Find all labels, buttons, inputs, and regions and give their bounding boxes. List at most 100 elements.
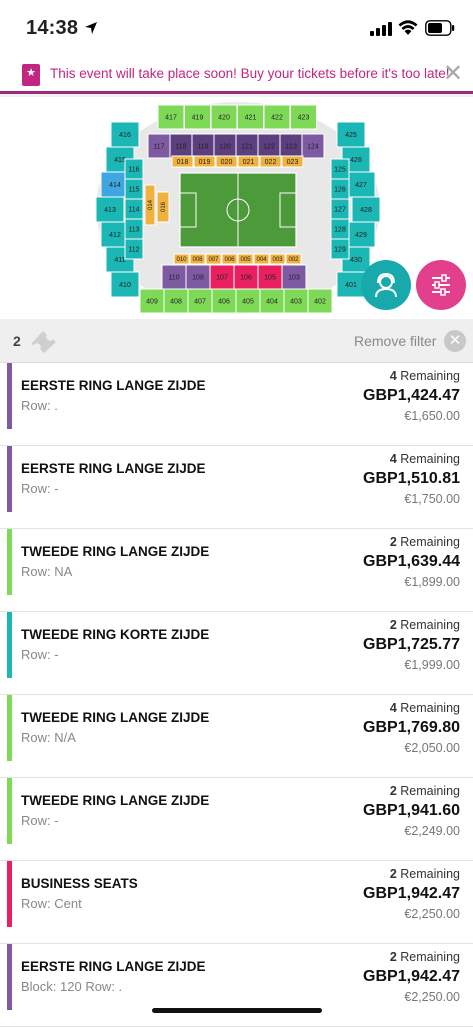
- section-404[interactable]: 404: [259, 288, 285, 314]
- section-005[interactable]: 005: [237, 253, 254, 265]
- section-427[interactable]: 427: [346, 171, 376, 198]
- remove-filter-button[interactable]: Remove filter: [354, 333, 436, 349]
- remaining-label: Remaining: [396, 618, 460, 632]
- remaining-label: Remaining: [396, 701, 460, 715]
- section-116[interactable]: 116: [124, 158, 144, 180]
- price-gbp: GBP1,769.80: [363, 719, 460, 736]
- svg-text:121: 121: [241, 143, 253, 150]
- svg-text:124: 124: [307, 143, 319, 150]
- section-008[interactable]: 008: [189, 253, 206, 265]
- section-105[interactable]: 105: [257, 264, 283, 290]
- section-019[interactable]: 019: [193, 155, 216, 168]
- section-115[interactable]: 115: [124, 178, 144, 200]
- section-114[interactable]: 114: [124, 198, 144, 220]
- section-406[interactable]: 406: [211, 288, 237, 314]
- section-020[interactable]: 020: [215, 155, 238, 168]
- stadium-map[interactable]: 417 419 420 421 422 423 117 118 119 120 121 122 123 1…: [0, 97, 473, 319]
- section-410[interactable]: 410: [110, 271, 140, 298]
- section-413[interactable]: 413: [95, 196, 125, 223]
- ticket-quantity[interactable]: 2: [13, 333, 21, 349]
- section-120[interactable]: 120: [213, 133, 237, 159]
- listing-row[interactable]: EERSTE RING LANGE ZIJDE Block: 120 Row: .…: [0, 944, 473, 1027]
- home-indicator[interactable]: [152, 1008, 322, 1013]
- filter-sliders-button[interactable]: [416, 260, 466, 310]
- section-004[interactable]: 004: [253, 253, 270, 265]
- section-119[interactable]: 119: [191, 133, 215, 159]
- section-403[interactable]: 403: [283, 288, 309, 314]
- section-018[interactable]: 018: [171, 155, 194, 168]
- price-eur: €1,899.00: [404, 575, 460, 589]
- section-416[interactable]: 416: [110, 121, 140, 148]
- section-409[interactable]: 409: [139, 288, 165, 314]
- section-402[interactable]: 402: [307, 288, 333, 314]
- svg-text:426: 426: [350, 157, 362, 164]
- section-010[interactable]: 010: [173, 253, 190, 265]
- listing-title: BUSINESS SEATS: [21, 876, 138, 891]
- listing-row[interactable]: TWEEDE RING KORTE ZIJDE Row: - 2 Remaining…: [0, 612, 473, 695]
- listing-title: TWEEDE RING KORTE ZIJDE: [21, 627, 210, 642]
- section-128[interactable]: 128: [330, 218, 350, 240]
- section-110[interactable]: 110: [161, 264, 187, 290]
- section-117[interactable]: 117: [147, 133, 171, 159]
- price-gbp: GBP1,942.47: [363, 968, 460, 985]
- section-129[interactable]: 129: [330, 238, 350, 260]
- listing-row-info: Row: Cent: [21, 896, 82, 911]
- section-429[interactable]: 429: [346, 221, 376, 248]
- section-121[interactable]: 121: [235, 133, 259, 159]
- svg-text:004: 004: [256, 257, 267, 263]
- banner-close-button[interactable]: ✕: [443, 62, 463, 86]
- svg-text:016: 016: [161, 201, 167, 212]
- section-021[interactable]: 021: [237, 155, 260, 168]
- listing-row[interactable]: EERSTE RING LANGE ZIJDE Row: - 4 Remaining…: [0, 446, 473, 529]
- section-113[interactable]: 113: [124, 218, 144, 240]
- listing-row[interactable]: BUSINESS SEATS Row: Cent 2 Remaining GBP1,9…: [0, 861, 473, 944]
- section-112[interactable]: 112: [124, 238, 144, 260]
- listing-row[interactable]: EERSTE RING LANGE ZIJDE Row: . 4 Remaining…: [0, 363, 473, 446]
- svg-text:114: 114: [128, 206, 139, 213]
- remaining-count: 2 Remaining: [390, 618, 460, 632]
- section-016[interactable]: 016: [156, 191, 170, 223]
- remaining-number: 4: [389, 701, 397, 715]
- section-125[interactable]: 125: [330, 158, 350, 180]
- section-408[interactable]: 408: [163, 288, 189, 314]
- section-127[interactable]: 127: [330, 198, 350, 220]
- section-022[interactable]: 022: [259, 155, 282, 168]
- section-106[interactable]: 106: [233, 264, 259, 290]
- ticket-filter-bar: 2 Remove filter ✕: [0, 319, 473, 363]
- section-023[interactable]: 023: [281, 155, 304, 168]
- section-122[interactable]: 122: [257, 133, 281, 159]
- svg-text:014: 014: [148, 199, 154, 210]
- section-423[interactable]: 423: [290, 104, 317, 130]
- section-405[interactable]: 405: [235, 288, 261, 314]
- svg-text:427: 427: [355, 182, 367, 189]
- section-421[interactable]: 421: [237, 104, 264, 130]
- remove-filter-icon[interactable]: ✕: [444, 330, 466, 352]
- section-007[interactable]: 007: [205, 253, 222, 265]
- svg-text:113: 113: [128, 226, 139, 233]
- section-407[interactable]: 407: [187, 288, 213, 314]
- section-428[interactable]: 428: [351, 196, 381, 223]
- section-107[interactable]: 107: [209, 264, 235, 290]
- football-pitch: [179, 172, 297, 248]
- listing-row[interactable]: TWEEDE RING LANGE ZIJDE Row: N/A 4 Remaini…: [0, 695, 473, 778]
- listing-row[interactable]: TWEEDE RING LANGE ZIJDE Row: - 2 Remaining…: [0, 778, 473, 861]
- section-126[interactable]: 126: [330, 178, 350, 200]
- section-002[interactable]: 002: [285, 253, 302, 265]
- section-103[interactable]: 103: [281, 264, 307, 290]
- support-agent-button[interactable]: [361, 260, 411, 310]
- listing-row[interactable]: TWEEDE RING LANGE ZIJDE Row: NA 2 Remainin…: [0, 529, 473, 612]
- section-425[interactable]: 425: [336, 121, 366, 148]
- section-124[interactable]: 124: [301, 133, 325, 159]
- urgency-banner: ★ This event will take place soon! Buy y…: [0, 58, 473, 94]
- section-422[interactable]: 422: [263, 104, 291, 130]
- section-420[interactable]: 420: [210, 104, 238, 130]
- section-014[interactable]: 014: [144, 184, 156, 226]
- section-006[interactable]: 006: [221, 253, 238, 265]
- svg-text:122: 122: [263, 143, 275, 150]
- section-417[interactable]: 417: [157, 104, 185, 130]
- section-003[interactable]: 003: [269, 253, 286, 265]
- section-108[interactable]: 108: [185, 264, 211, 290]
- section-123[interactable]: 123: [279, 133, 303, 159]
- section-118[interactable]: 118: [169, 133, 193, 159]
- section-419[interactable]: 419: [184, 104, 211, 130]
